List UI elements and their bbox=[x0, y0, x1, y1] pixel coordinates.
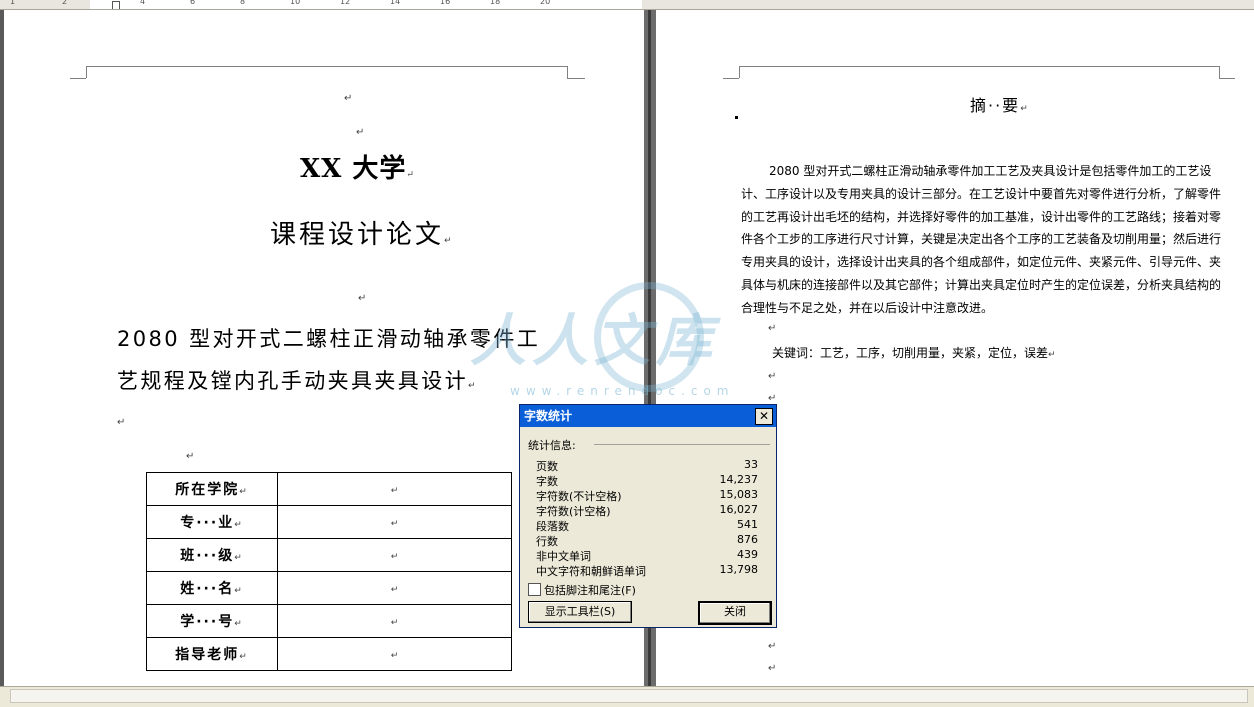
table-row: 所在学院↵ ↵ bbox=[146, 472, 512, 506]
crop-mark bbox=[86, 66, 87, 78]
paragraph-mark: ↵ bbox=[117, 417, 126, 428]
stat-value: 14,237 bbox=[719, 473, 759, 486]
info-label: 所在学院↵ bbox=[146, 472, 278, 506]
info-value-cell[interactable]: ↵ bbox=[277, 538, 512, 572]
crop-mark bbox=[70, 78, 86, 79]
stat-value: 439 bbox=[737, 548, 758, 561]
info-value-cell[interactable]: ↵ bbox=[277, 571, 512, 605]
ruler-tick: 10 bbox=[290, 0, 301, 6]
info-value-cell[interactable]: ↵ bbox=[277, 637, 512, 671]
stat-row: 字符数(计空格) 16,027 bbox=[536, 503, 758, 518]
stat-value: 13,798 bbox=[719, 563, 759, 576]
horizontal-scrollbar[interactable] bbox=[0, 686, 1254, 707]
horizontal-ruler[interactable]: 1 2 4 6 8 10 12 14 16 18 20 bbox=[0, 0, 1254, 10]
info-label: 班···级↵ bbox=[146, 538, 278, 572]
crop-mark bbox=[567, 66, 568, 78]
university-title: XX 大学↵ bbox=[300, 154, 415, 184]
paragraph-mark: ↵ bbox=[768, 663, 777, 674]
ruler-tick: 8 bbox=[240, 0, 246, 6]
crop-mark bbox=[739, 66, 740, 78]
paragraph-mark: ↵ bbox=[358, 293, 367, 304]
thesis-title-line: 2080 型对开式二螺柱正滑动轴承零件工 bbox=[117, 327, 541, 351]
student-info-table: 所在学院↵ ↵ 专···业↵ ↵ 班···级↵ ↵ 姓···名↵ ↵ 学···号… bbox=[146, 472, 512, 671]
header-line bbox=[739, 66, 1219, 67]
ruler-tick: 12 bbox=[340, 0, 351, 6]
crop-mark bbox=[723, 78, 739, 79]
stat-value: 541 bbox=[737, 518, 758, 531]
close-icon[interactable]: ✕ bbox=[755, 408, 773, 425]
paragraph-mark: ↵ bbox=[768, 323, 777, 334]
ruler-tick: 1 bbox=[10, 0, 16, 6]
dialog-title: 字数统计 bbox=[524, 409, 573, 423]
ruler-tick: 16 bbox=[440, 0, 451, 6]
ruler-text-area bbox=[90, 0, 642, 9]
stat-label: 页数 bbox=[536, 460, 558, 473]
table-row: 姓···名↵ ↵ bbox=[146, 571, 512, 605]
include-footnotes-label[interactable]: 包括脚注和尾注(F) bbox=[544, 582, 636, 598]
ruler-tick: 18 bbox=[490, 0, 501, 6]
keywords-line: 关键词：工艺，工序，切削用量，夹紧，定位，误差↵ bbox=[772, 346, 1056, 360]
thesis-title-line: 艺规程及镗内孔手动夹具夹具设计↵ bbox=[117, 369, 478, 393]
ruler-indent-marker[interactable] bbox=[112, 1, 120, 9]
table-row: 指导老师↵ ↵ bbox=[146, 637, 512, 671]
stat-label: 行数 bbox=[536, 535, 558, 548]
info-label: 学···号↵ bbox=[146, 604, 278, 638]
info-label: 指导老师↵ bbox=[146, 637, 278, 671]
paragraph-mark: ↵ bbox=[768, 641, 777, 652]
info-label: 专···业↵ bbox=[146, 505, 278, 539]
stat-label: 段落数 bbox=[536, 520, 569, 533]
paragraph-mark: ↵ bbox=[768, 371, 777, 382]
paragraph-mark: ↵ bbox=[768, 393, 777, 404]
stat-value: 876 bbox=[737, 533, 758, 546]
thesis-title: 2080 型对开式二螺柱正滑动轴承零件工 艺规程及镗内孔手动夹具夹具设计↵ bbox=[117, 318, 587, 407]
table-row: 学···号↵ ↵ bbox=[146, 604, 512, 638]
stat-label: 中文字符和朝鲜语单词 bbox=[536, 565, 646, 578]
ruler-tick: 20 bbox=[540, 0, 551, 6]
ruler-tick: 14 bbox=[390, 0, 401, 6]
crop-mark bbox=[567, 78, 585, 79]
stat-value: 16,027 bbox=[719, 503, 759, 516]
stat-row: 页数 33 bbox=[536, 458, 758, 473]
group-divider bbox=[594, 444, 770, 445]
stat-label: 字符数(计空格) bbox=[536, 505, 611, 518]
stat-label: 非中文单词 bbox=[536, 550, 591, 563]
info-value-cell[interactable]: ↵ bbox=[277, 472, 512, 506]
crop-mark bbox=[1219, 78, 1235, 79]
scrollbar-thumb[interactable] bbox=[10, 689, 1248, 703]
show-toolbar-button[interactable]: 显示工具栏(S) bbox=[528, 601, 632, 623]
table-row: 班···级↵ ↵ bbox=[146, 538, 512, 572]
ruler-tick: 2 bbox=[62, 0, 68, 6]
stat-label: 字数 bbox=[536, 475, 558, 488]
table-row: 专···业↵ ↵ bbox=[146, 505, 512, 539]
paragraph-mark: ↵ bbox=[186, 451, 195, 462]
ruler-tick: 4 bbox=[140, 0, 146, 6]
word-count-dialog[interactable]: 字数统计 ✕ 统计信息: 页数 33 字数 14,237 字符数(不计空格) 15,0… bbox=[519, 404, 777, 628]
stat-row: 非中文单词 439 bbox=[536, 548, 758, 563]
abstract-title: 摘··要↵ bbox=[970, 96, 1030, 115]
abstract-body: 2080 型对开式二螺柱正滑动轴承零件加工工艺及夹具设计是包括零件加工的工艺设计… bbox=[741, 164, 1222, 315]
stat-value: 15,083 bbox=[719, 488, 759, 501]
close-button[interactable]: 关闭 bbox=[698, 601, 772, 625]
info-label: 姓···名↵ bbox=[146, 571, 278, 605]
info-value-cell[interactable]: ↵ bbox=[277, 505, 512, 539]
include-footnotes-checkbox[interactable] bbox=[528, 583, 541, 596]
header-line bbox=[86, 66, 568, 67]
paragraph-mark: ↵ bbox=[344, 93, 353, 104]
info-value-cell[interactable]: ↵ bbox=[277, 604, 512, 638]
document-type-title: 课程设计论文↵ bbox=[270, 220, 455, 250]
crop-mark bbox=[1219, 66, 1220, 78]
stat-label: 字符数(不计空格) bbox=[536, 490, 622, 503]
stat-row: 段落数 541 bbox=[536, 518, 758, 533]
paragraph-mark: ↵ bbox=[356, 127, 365, 138]
stat-row: 中文字符和朝鲜语单词 13,798 bbox=[536, 563, 758, 578]
stat-value: 33 bbox=[744, 458, 758, 471]
stat-row: 行数 876 bbox=[536, 533, 758, 548]
stat-row: 字符数(不计空格) 15,083 bbox=[536, 488, 758, 503]
stat-row: 字数 14,237 bbox=[536, 473, 758, 488]
bullet-dot bbox=[735, 116, 738, 119]
statistics-group-label: 统计信息: bbox=[528, 439, 576, 452]
ruler-tick: 6 bbox=[190, 0, 196, 6]
dialog-title-bar[interactable]: 字数统计 ✕ bbox=[520, 405, 776, 427]
